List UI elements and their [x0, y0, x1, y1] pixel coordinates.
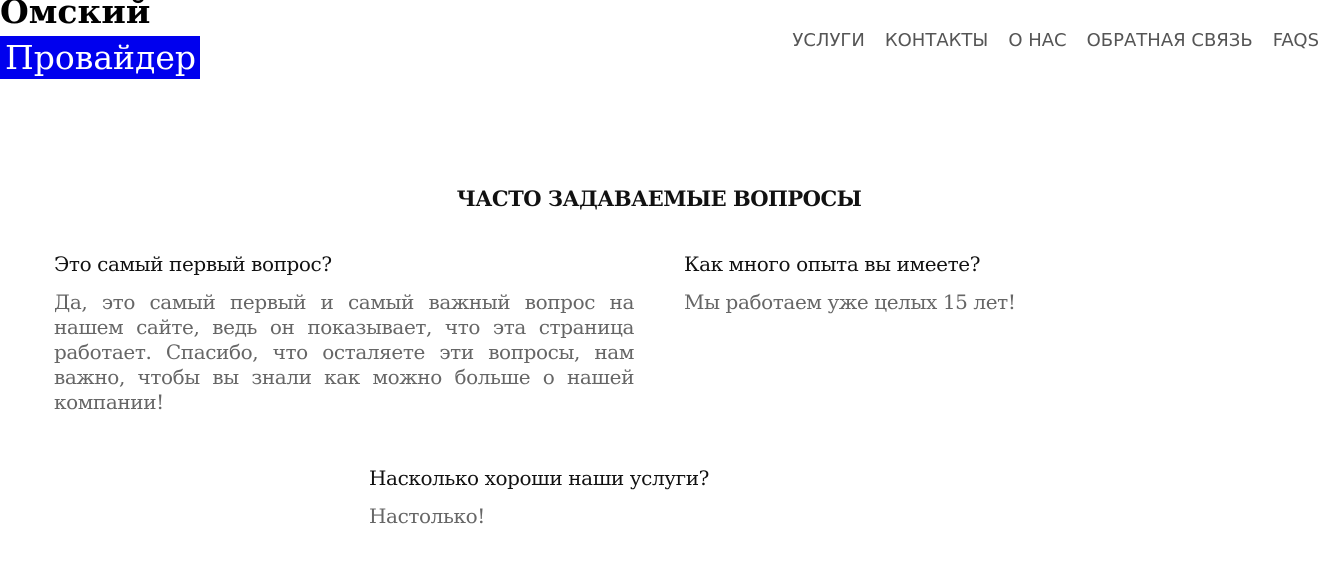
nav-link-about[interactable]: О НАС — [1008, 30, 1066, 51]
faq-question: Как много опыта вы имеете? — [684, 252, 981, 276]
main-nav: УСЛУГИ КОНТАКТЫ О НАС ОБРАТНАЯ СВЯЗЬ FAQ… — [792, 30, 1319, 51]
logo-text-line1: Омский — [0, 0, 151, 31]
nav-link-feedback[interactable]: ОБРАТНАЯ СВЯЗЬ — [1087, 30, 1253, 51]
nav-link-services[interactable]: УСЛУГИ — [792, 30, 864, 51]
logo-text-line2: Провайдер — [0, 36, 200, 79]
faq-item: Это самый первый вопрос? Да, это самый п… — [54, 252, 634, 415]
nav-link-contacts[interactable]: КОНТАКТЫ — [885, 30, 988, 51]
faq-item: Насколько хороши наши услуги? Настолько! — [369, 466, 969, 529]
site-logo[interactable]: Омский Провайдер — [0, 0, 200, 79]
faq-question: Это самый первый вопрос? — [54, 252, 332, 276]
faq-answer: Да, это самый первый и самый важный вопр… — [54, 290, 634, 414]
page-title: ЧАСТО ЗАДАВАЕМЫЕ ВОПРОСЫ — [456, 186, 862, 211]
faq-question: Насколько хороши наши услуги? — [369, 466, 709, 490]
nav-link-faqs[interactable]: FAQS — [1273, 30, 1319, 51]
faq-answer: Мы работаем уже целых 15 лет! — [684, 290, 1016, 314]
faq-item: Как много опыта вы имеете? Мы работаем у… — [684, 252, 1284, 315]
faq-answer: Настолько! — [369, 504, 485, 528]
